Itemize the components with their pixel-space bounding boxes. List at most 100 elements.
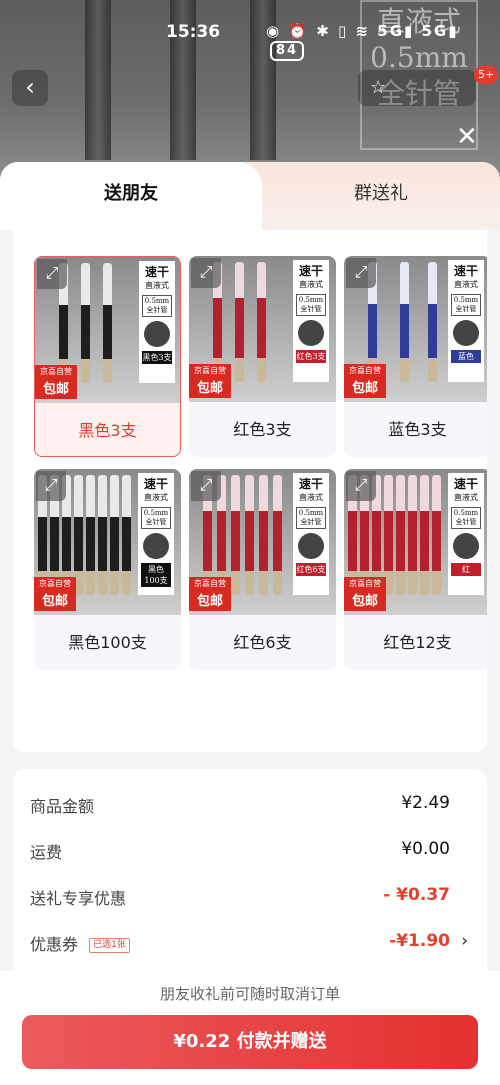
label-spec: 0.5mm全针管 xyxy=(296,507,326,529)
label-subtitle: 直液式 xyxy=(144,493,168,502)
shipping-label: 运费 xyxy=(30,843,63,862)
goods-amount-value: ¥2.49 xyxy=(401,793,450,813)
pen-image xyxy=(420,475,429,595)
product-label: 速干 直液式 0.5mm全针管 红 xyxy=(448,473,484,595)
pen-tip-icon xyxy=(298,533,324,559)
badge-main: 包邮 xyxy=(351,594,378,609)
label-color-tag: 红色3支 xyxy=(296,350,326,363)
goods-amount-label: 商品金额 xyxy=(30,797,95,816)
badge-main: 包邮 xyxy=(41,594,68,609)
product-label: 速干 直液式 0.5mm全针管 红色6支 xyxy=(293,473,329,595)
pen-image xyxy=(245,475,254,595)
pen-image xyxy=(81,263,90,383)
product-label: 速干 直液式 0.5mm全针管 黑色3支 xyxy=(139,261,175,383)
gift-discount-value: - ¥0.37 xyxy=(383,885,450,905)
label-title: 速干 xyxy=(143,477,168,491)
variant-thumbnail: 速干 直液式 0.5mm全针管 黑色100支 ⤢ 京喜自营 包邮 xyxy=(34,469,181,615)
variant-item-black-100[interactable]: 速干 直液式 0.5mm全针管 黑色100支 ⤢ 京喜自营 包邮 黑色100支 xyxy=(34,469,181,670)
variant-thumbnail: 速干 直液式 0.5mm全针管 红色3支 ⤢ 京喜自营 包邮 xyxy=(189,256,336,402)
badge-main: 包邮 xyxy=(351,381,378,396)
variant-item-red-12[interactable]: 速干 直液式 0.5mm全针管 红 ⤢ 京喜自营 包邮 红色12支 xyxy=(344,469,487,670)
label-title: 速干 xyxy=(144,265,169,279)
gift-discount-label: 送礼专享优惠 xyxy=(30,889,127,908)
pen-image xyxy=(400,262,409,382)
star-icon: ☆ xyxy=(370,77,387,98)
back-button[interactable]: ‹ xyxy=(12,70,48,106)
expand-icon[interactable]: ⤢ xyxy=(191,471,221,501)
pen-image xyxy=(257,262,266,382)
tab-group-gift[interactable]: 群送礼 xyxy=(262,162,500,230)
label-spec: 0.5mm全针管 xyxy=(296,294,326,316)
pen-image xyxy=(428,262,437,382)
expand-icon[interactable]: ⤢ xyxy=(191,258,221,288)
badge-top: 京喜自营 xyxy=(349,579,381,588)
shipping-badge: 京喜自营 包邮 xyxy=(35,365,77,399)
pen-image xyxy=(235,262,244,382)
shipping-row: 运费 ¥0.00 xyxy=(30,839,470,869)
battery-icon: 84 xyxy=(270,41,305,61)
chevron-right-icon: › xyxy=(461,931,468,951)
status-icons: ◉ ⏰ ✱ ▯ ≋ 5G▮ 5G▮ 84 xyxy=(266,22,500,61)
coupon-row[interactable]: 优惠券 已选1张 -¥1.90 › xyxy=(30,931,470,961)
badge-main: 包邮 xyxy=(196,594,223,609)
variant-card: 速干 直液式 0.5mm全针管 黑色3支 ⤢ 京喜自营 包邮 黑色3支 速干 直… xyxy=(13,230,487,752)
product-label: 速干 直液式 0.5mm全针管 红色3支 xyxy=(293,260,329,382)
label-title: 速干 xyxy=(298,264,323,278)
coupon-value: -¥1.90 xyxy=(389,931,450,951)
variant-thumbnail: 速干 直液式 0.5mm全针管 黑色3支 ⤢ 京喜自营 包邮 xyxy=(35,257,180,403)
product-label: 速干 直液式 0.5mm全针管 蓝色 xyxy=(448,260,484,382)
variant-item-black-3[interactable]: 速干 直液式 0.5mm全针管 黑色3支 ⤢ 京喜自营 包邮 黑色3支 xyxy=(34,256,181,457)
close-button[interactable]: ✕ xyxy=(456,124,478,150)
signal-icon: ◉ ⏰ ✱ ▯ ≋ 5G▮ 5G▮ xyxy=(266,22,459,40)
badge-top: 京喜自营 xyxy=(194,366,226,375)
pen-image xyxy=(273,475,282,595)
footer: 朋友收礼前可随时取消订单 ¥0.22 付款并赠送 xyxy=(0,971,500,1085)
badge-main: 包邮 xyxy=(196,381,223,396)
label-color-tag: 红色6支 xyxy=(296,563,326,576)
expand-icon[interactable]: ⤢ xyxy=(36,471,66,501)
label-color-tag: 黑色100支 xyxy=(141,563,171,587)
pen-image xyxy=(396,475,405,595)
clock: 15:36 xyxy=(166,22,221,42)
variant-name: 黑色100支 xyxy=(68,633,147,652)
coupon-label: 优惠券 xyxy=(30,935,79,954)
favorite-button[interactable]: ☆ xyxy=(358,70,476,106)
variant-item-red-3[interactable]: 速干 直液式 0.5mm全针管 红色3支 ⤢ 京喜自营 包邮 红色3支 xyxy=(189,256,336,457)
expand-icon[interactable]: ⤢ xyxy=(346,471,376,501)
label-subtitle: 直液式 xyxy=(299,493,323,502)
tab-send-friend[interactable]: 送朋友 xyxy=(0,162,262,230)
variant-item-blue-3[interactable]: 速干 直液式 0.5mm全针管 蓝色 ⤢ 京喜自营 包邮 蓝色3支 xyxy=(344,256,487,457)
pen-image xyxy=(432,475,441,595)
label-color-tag: 蓝色 xyxy=(451,350,481,363)
product-label: 速干 直液式 0.5mm全针管 黑色100支 xyxy=(138,473,174,595)
variant-grid: 速干 直液式 0.5mm全针管 黑色3支 ⤢ 京喜自营 包邮 黑色3支 速干 直… xyxy=(34,256,487,676)
variant-name: 红色6支 xyxy=(233,633,292,652)
label-title: 速干 xyxy=(453,477,478,491)
shipping-badge: 京喜自营 包邮 xyxy=(34,577,76,611)
tab-bar: 送朋友 群送礼 xyxy=(0,162,500,230)
gift-discount-row: 送礼专享优惠 - ¥0.37 xyxy=(30,885,470,915)
shipping-badge: 京喜自营 包邮 xyxy=(344,364,386,398)
expand-icon[interactable]: ⤢ xyxy=(346,258,376,288)
shipping-badge: 京喜自营 包邮 xyxy=(189,364,231,398)
badge-top: 京喜自营 xyxy=(40,367,72,376)
status-bar: 15:36 ◉ ⏰ ✱ ▯ ≋ 5G▮ 5G▮ 84 xyxy=(0,18,500,61)
pen-tip-icon xyxy=(453,320,479,346)
variant-item-red-6[interactable]: 速干 直液式 0.5mm全针管 红色6支 ⤢ 京喜自营 包邮 红色6支 xyxy=(189,469,336,670)
pen-tip-icon xyxy=(453,533,479,559)
label-color-tag: 黑色3支 xyxy=(142,351,172,364)
label-spec: 0.5mm全针管 xyxy=(451,507,481,529)
label-color-tag: 红 xyxy=(451,563,481,576)
pen-image xyxy=(86,475,95,595)
pay-and-gift-button[interactable]: ¥0.22 付款并赠送 xyxy=(22,1015,478,1069)
variant-name: 红色12支 xyxy=(383,633,452,652)
label-spec: 0.5mm全针管 xyxy=(451,294,481,316)
variant-thumbnail: 速干 直液式 0.5mm全针管 红色6支 ⤢ 京喜自营 包邮 xyxy=(189,469,336,615)
label-title: 速干 xyxy=(453,264,478,278)
variant-thumbnail: 速干 直液式 0.5mm全针管 红 ⤢ 京喜自营 包邮 xyxy=(344,469,487,615)
badge-main: 包邮 xyxy=(42,382,69,397)
gift-sheet: 送朋友 群送礼 速干 直液式 0.5mm全针管 黑色3支 ⤢ 京喜自营 包邮 黑… xyxy=(0,162,500,1085)
expand-icon[interactable]: ⤢ xyxy=(37,259,67,289)
variant-name: 蓝色3支 xyxy=(388,420,447,439)
label-subtitle: 直液式 xyxy=(454,493,478,502)
